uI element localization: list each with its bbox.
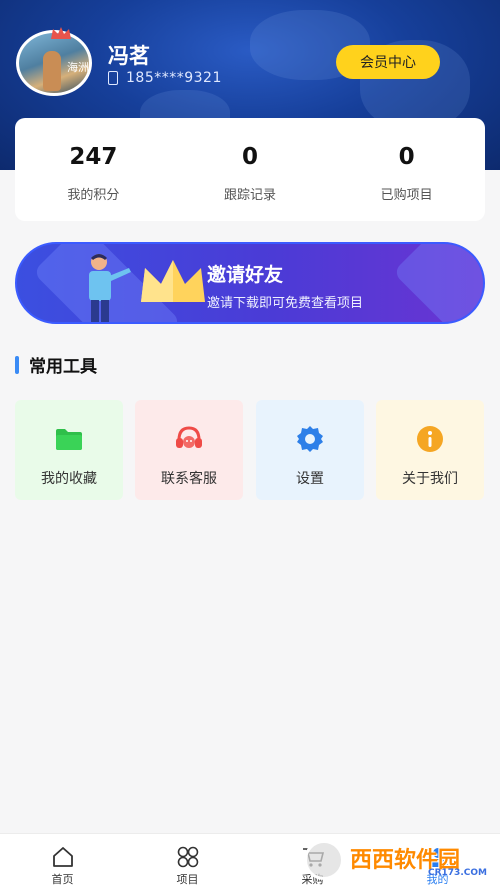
grid-icon xyxy=(177,846,198,868)
stat-points[interactable]: 247 我的积分 xyxy=(15,118,172,221)
mountain-decoration xyxy=(392,244,483,322)
stat-purchased[interactable]: 0 已购项目 xyxy=(328,118,485,221)
stat-label: 我的积分 xyxy=(67,188,120,203)
folder-icon xyxy=(56,429,82,450)
avatar[interactable]: 海洲 xyxy=(16,26,94,96)
username: 冯茗 xyxy=(108,44,150,68)
avatar-caption: 海洲 xyxy=(67,61,89,74)
tool-favorites[interactable]: 我的收藏 xyxy=(15,400,123,500)
tool-label: 联系客服 xyxy=(161,471,217,487)
gear-icon xyxy=(297,426,323,452)
stat-label: 已购项目 xyxy=(380,188,433,203)
invite-title: 邀请好友 xyxy=(207,264,284,286)
section-title-text: 常用工具 xyxy=(29,357,97,377)
watermark-subtext: CR173.COM xyxy=(428,868,487,878)
info-icon xyxy=(417,426,443,452)
tool-customer-service[interactable]: 联系客服 xyxy=(135,400,243,500)
invite-friends-banner[interactable]: 邀请好友 邀请下载即可免费查看项目 xyxy=(15,242,485,324)
member-center-button[interactable]: 会员中心 xyxy=(336,45,440,79)
nav-item-home[interactable]: 首页 xyxy=(0,834,125,888)
tool-label: 我的收藏 xyxy=(41,471,97,487)
invite-subtitle: 邀请下载即可免费查看项目 xyxy=(207,296,364,311)
watermark-logo: 西西软件园 CR173.COM xyxy=(300,836,490,884)
section-accent-bar xyxy=(15,355,19,374)
headset-icon xyxy=(176,426,202,448)
tool-label: 设置 xyxy=(296,471,324,487)
phone-row: 185****9321 xyxy=(108,70,222,86)
phone-icon xyxy=(108,71,118,85)
stat-value: 0 xyxy=(398,144,415,170)
home-icon xyxy=(52,847,73,867)
crown-icon xyxy=(51,27,71,39)
stat-tracking[interactable]: 0 跟踪记录 xyxy=(172,118,329,221)
tool-about-us[interactable]: 关于我们 xyxy=(376,400,484,500)
stat-label: 跟踪记录 xyxy=(224,188,277,203)
stats-card: 247 我的积分 0 跟踪记录 0 已购项目 xyxy=(15,118,485,221)
watermark-circle xyxy=(304,840,344,880)
nav-label: 首页 xyxy=(51,873,74,886)
avatar-figure xyxy=(43,51,61,91)
stat-value: 247 xyxy=(69,144,118,170)
phone-number: 185****9321 xyxy=(126,70,222,86)
tool-label: 关于我们 xyxy=(402,471,458,487)
tools-section-title: 常用工具 xyxy=(15,352,97,377)
stat-value: 0 xyxy=(242,144,259,170)
nav-label: 项目 xyxy=(176,873,199,886)
crown-illustration xyxy=(141,260,205,302)
tool-settings[interactable]: 设置 xyxy=(256,400,364,500)
nav-item-projects[interactable]: 项目 xyxy=(125,834,250,888)
